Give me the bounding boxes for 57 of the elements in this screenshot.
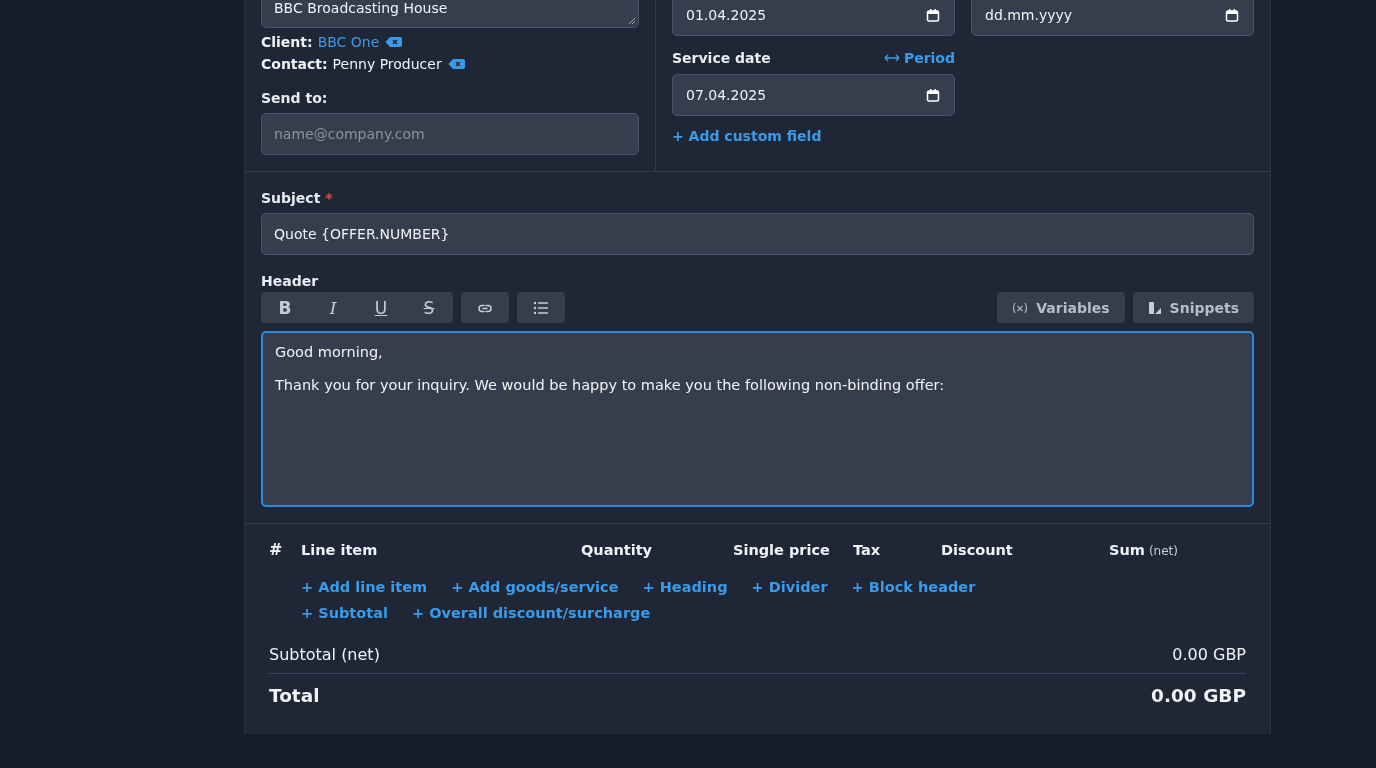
subject-input[interactable]: Quote {OFFER.NUMBER} — [261, 213, 1254, 255]
add-link[interactable]: + Subtotal — [301, 605, 388, 621]
column-header: Sum — [1109, 542, 1145, 558]
add-link[interactable]: + Heading — [642, 579, 728, 595]
address-field[interactable]: BBC Broadcasting House — [261, 0, 639, 28]
date-input[interactable]: dd.mm.yyyy — [971, 0, 1254, 36]
client-link[interactable]: BBC One — [317, 34, 380, 50]
column-header: Discount — [941, 542, 1013, 558]
underline-button[interactable]: U — [357, 292, 405, 323]
column-header: Tax — [853, 542, 881, 558]
email-input[interactable]: name@company.com — [261, 113, 639, 155]
date-input[interactable]: 01.04.2025 — [672, 0, 955, 36]
column-header: # — [269, 540, 283, 559]
field-label: Subject — [261, 190, 321, 206]
paragraph: Thank you for your inquiry. We would be happy to make you the following non-binding offer: — [275, 376, 946, 395]
column-header: Quantity — [581, 542, 653, 558]
total-label: Total — [269, 685, 320, 706]
calendar-icon — [1225, 8, 1239, 22]
bold-button[interactable]: B — [261, 292, 309, 323]
client-label: Client: — [261, 34, 313, 50]
link-button[interactable] — [461, 292, 509, 323]
calendar-icon — [926, 8, 940, 22]
add-link[interactable]: + Add goods/service — [451, 579, 619, 595]
clear-icon[interactable] — [447, 58, 465, 70]
add-link[interactable]: + Block header — [851, 579, 976, 595]
variable-icon — [1012, 300, 1029, 315]
resize-handle-icon — [628, 17, 636, 25]
calendar-icon — [926, 88, 940, 102]
strike-button[interactable]: S — [405, 292, 453, 323]
date-input[interactable]: 07.04.2025 — [672, 74, 955, 116]
variables-button[interactable]: Variables — [997, 292, 1125, 323]
snippet-icon — [1147, 300, 1162, 315]
column-header: Line item — [301, 542, 378, 558]
snippets-button[interactable]: Snippets — [1132, 292, 1254, 323]
total-amount: 0.00 GBP — [1151, 685, 1246, 706]
list-button[interactable] — [517, 292, 565, 323]
column-header: Single price — [733, 542, 830, 558]
required-marker: * — [325, 190, 333, 206]
list-icon — [533, 299, 549, 316]
clear-icon[interactable] — [385, 36, 403, 48]
subtotal-label: Subtotal (net) — [269, 645, 380, 664]
field-label: Header — [261, 273, 320, 289]
column-note: (net) — [1148, 544, 1178, 558]
field-label: Service date — [672, 50, 771, 66]
add-custom-field-link[interactable]: + Add custom field — [672, 128, 955, 144]
period-link[interactable]: Period — [883, 50, 955, 66]
italic-button[interactable]: I — [309, 292, 357, 323]
double-arrow-icon — [883, 53, 900, 63]
field-label: Send to: — [261, 90, 329, 106]
contact-label: Contact: — [261, 56, 328, 72]
paragraph: Good morning, — [275, 343, 384, 362]
add-link[interactable]: + Add line item — [301, 579, 428, 595]
add-link[interactable]: + Divider — [751, 579, 828, 595]
contact-name: Penny Producer — [332, 56, 442, 72]
text-editor[interactable]: Good morning, Thank you for your inquiry. We would be happy to make you the following non-binding offer: — [261, 331, 1254, 507]
subtotal-amount: 0.00 GBP — [1172, 645, 1246, 664]
add-link[interactable]: + Overall discount/surcharge — [411, 605, 651, 621]
